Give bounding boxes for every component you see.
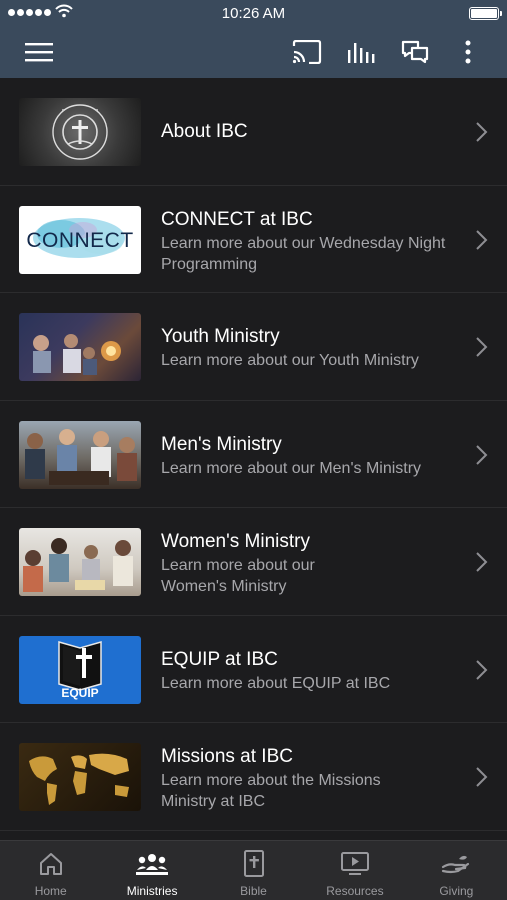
list-item-title: Women's Ministry: [161, 531, 310, 552]
tab-resources[interactable]: Resources: [304, 841, 405, 900]
menu-button[interactable]: [20, 26, 58, 78]
mens-thumbnail: [19, 420, 141, 489]
list-item[interactable]: Youth Ministry Learn more about our Yout…: [0, 293, 507, 401]
list-item-subtitle: Learn more about our Wednesday Night Pro…: [161, 234, 446, 273]
youth-thumbnail: [19, 313, 141, 381]
audio-bars-icon: [348, 43, 375, 63]
ministries-list: About IBC CONNECT CONNECT at IBC Learn m…: [0, 78, 507, 840]
missions-thumbnail: [19, 743, 141, 811]
list-item-title: Men's Ministry: [161, 433, 282, 455]
list-item-subtitle: Learn more about EQUIP at IBC: [161, 674, 391, 692]
list-item[interactable]: EQUIP EQUIP at IBC Learn more about EQUI…: [0, 616, 507, 723]
people-icon: [136, 854, 169, 875]
list-item-subtitle: Learn more about our Women's Ministry: [161, 557, 315, 595]
giving-hand-icon: [442, 855, 470, 874]
chevron-right-icon: [476, 229, 488, 250]
battery-icon: [469, 7, 502, 20]
tab-label: Resources: [326, 884, 384, 898]
chevron-right-icon: [476, 444, 488, 465]
list-item-subtitle: Learn more about our Men's Ministry: [161, 459, 422, 477]
equip-logo-text: EQUIP: [61, 685, 99, 700]
more-options-button[interactable]: [454, 26, 482, 78]
status-time: 10:26 AM: [221, 5, 286, 22]
bible-icon: [243, 850, 264, 877]
list-item[interactable]: About IBC: [0, 78, 507, 186]
womens-thumbnail: [19, 528, 141, 596]
church-logo-icon: [52, 104, 108, 160]
cast-button[interactable]: [287, 26, 327, 78]
tab-label: Bible: [240, 884, 267, 898]
status-bar: 10:26 AM: [0, 0, 507, 26]
list-item-title: CONNECT at IBC: [161, 208, 313, 230]
list-item-subtitle: Learn more about the Missions Ministry a…: [161, 772, 381, 810]
connect-thumbnail: CONNECT: [19, 205, 141, 274]
chat-icon: [401, 40, 429, 64]
more-vertical-icon: [465, 40, 471, 64]
app-bar: [0, 26, 507, 78]
list-item[interactable]: Women's Ministry Learn more about our Wo…: [0, 508, 507, 616]
audio-button[interactable]: [342, 26, 382, 78]
list-item[interactable]: Missions at IBC Learn more about the Mis…: [0, 723, 507, 831]
home-icon: [39, 853, 62, 875]
tab-label: Home: [34, 884, 67, 898]
chevron-right-icon: [476, 659, 488, 680]
list-item-title: Youth Ministry: [161, 326, 280, 347]
tab-home[interactable]: Home: [0, 841, 101, 900]
connect-logo-text: CONNECT: [26, 228, 134, 252]
mens-photo: [25, 428, 137, 485]
womens-photo: [23, 538, 133, 592]
list-item[interactable]: CONNECT CONNECT at IBC Learn more about …: [0, 186, 507, 293]
list-item-title: Missions at IBC: [161, 746, 293, 767]
tab-label: Giving: [439, 884, 474, 898]
cast-icon: [292, 40, 322, 64]
chevron-right-icon: [476, 552, 488, 572]
tab-giving[interactable]: Giving: [406, 841, 507, 900]
chevron-right-icon: [476, 337, 488, 357]
list-item[interactable]: Men's Ministry Learn more about our Men'…: [0, 401, 507, 508]
list-item-title: About IBC: [161, 121, 248, 142]
list-item-subtitle: Learn more about our Youth Ministry: [161, 352, 419, 369]
app-header: 10:26 AM: [0, 0, 507, 78]
chevron-right-icon: [476, 122, 488, 142]
world-map-icon: [29, 753, 129, 805]
chevron-right-icon: [476, 767, 488, 787]
tab-label: Ministries: [126, 884, 178, 898]
chat-button[interactable]: [395, 26, 435, 78]
tab-bar: Home Ministries Bible Resources Giving: [0, 840, 507, 900]
about-thumbnail: [19, 98, 141, 166]
video-icon: [340, 852, 369, 875]
equip-thumbnail: EQUIP: [19, 635, 141, 704]
list-item-title: EQUIP at IBC: [161, 648, 278, 670]
tab-bible[interactable]: Bible: [203, 841, 304, 900]
youth-photo: [33, 334, 121, 375]
tab-ministries[interactable]: Ministries: [101, 841, 202, 900]
hamburger-menu-icon: [25, 43, 53, 62]
